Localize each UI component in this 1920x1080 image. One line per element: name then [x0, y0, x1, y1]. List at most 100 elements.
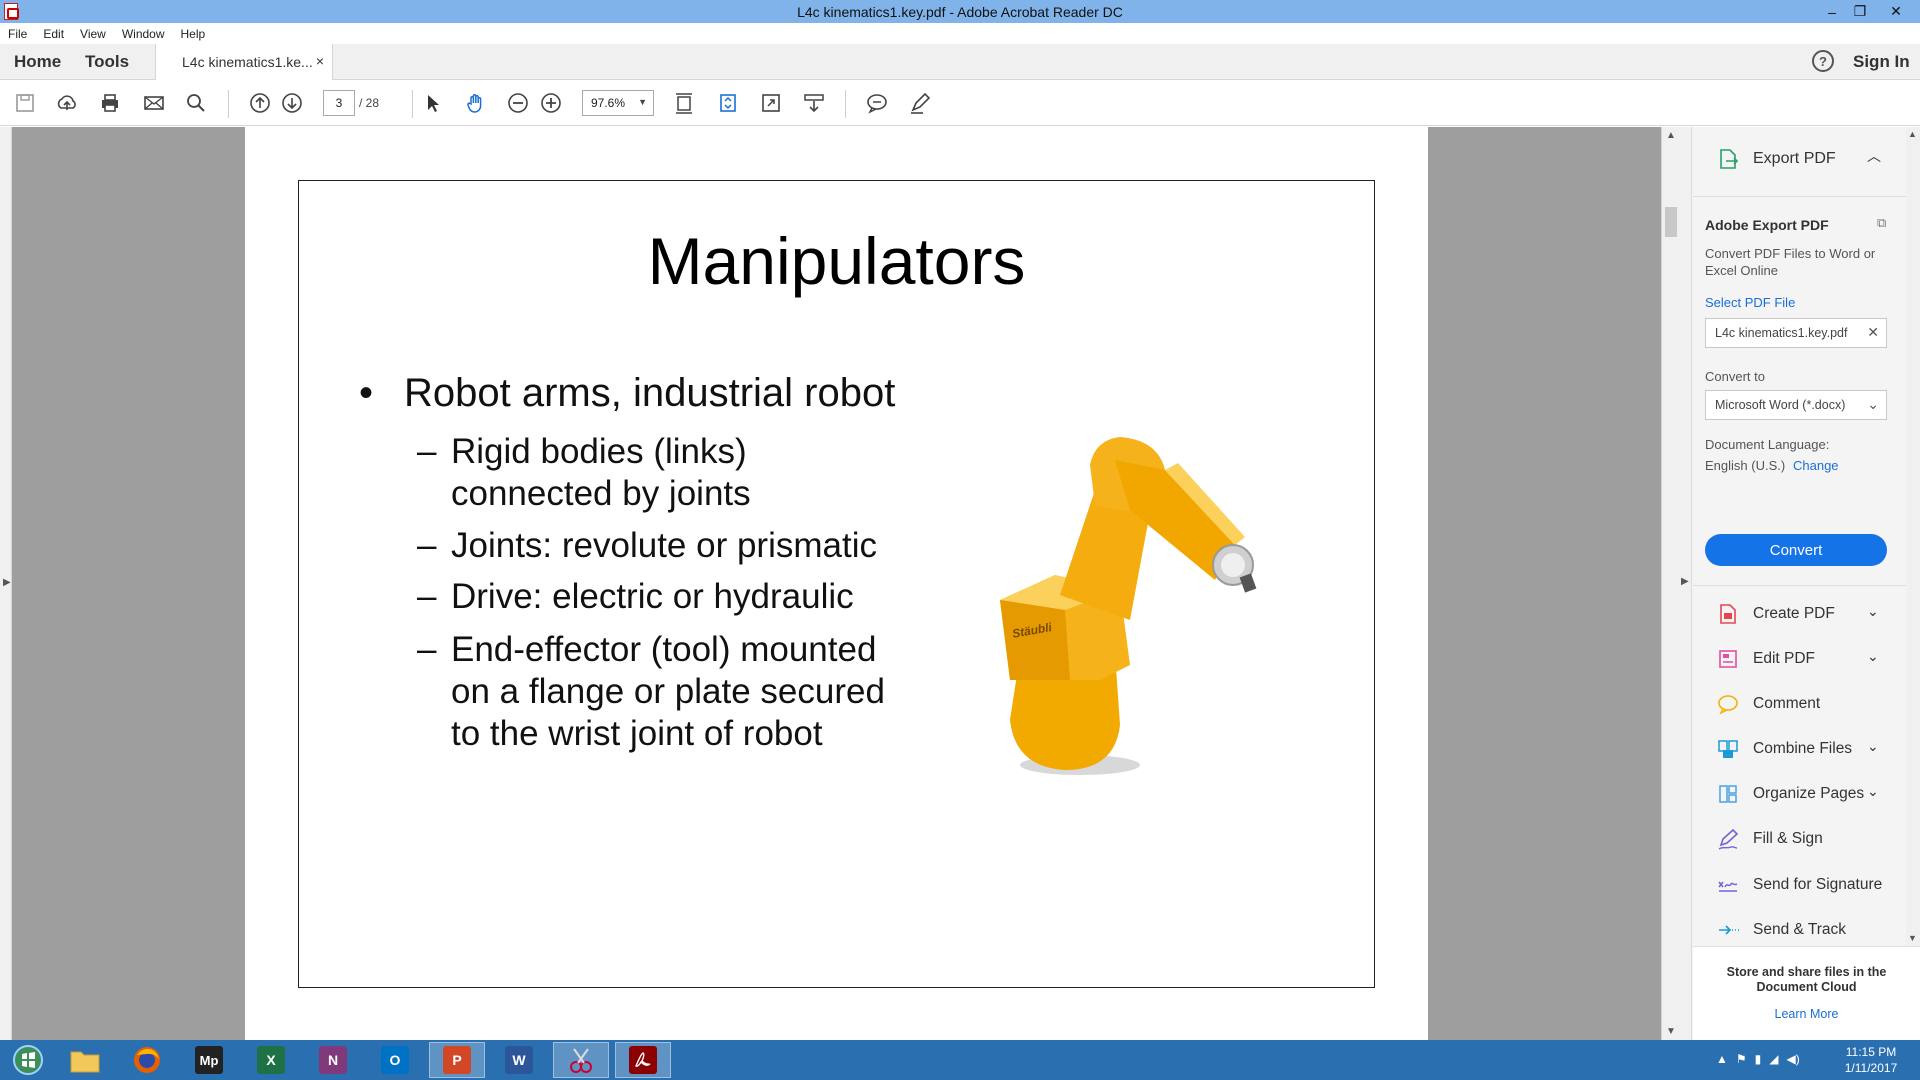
tab-home[interactable]: Home	[14, 52, 61, 72]
tool-combine-files[interactable]: Combine Files ⌄	[1717, 738, 1879, 760]
taskbar-outlook[interactable]: O	[367, 1042, 423, 1078]
acrobat-icon	[629, 1046, 657, 1074]
tool-fill-sign[interactable]: Fill & Sign	[1717, 828, 1823, 850]
convert-to-select[interactable]: Microsoft Word (*.docx) ⌄	[1705, 390, 1887, 420]
highlight-pen-icon[interactable]	[908, 91, 932, 115]
tool-organize-pages[interactable]: Organize Pages ⌄	[1717, 783, 1879, 805]
tab-tools[interactable]: Tools	[85, 52, 129, 72]
full-screen-icon[interactable]	[759, 91, 783, 115]
select-cursor-icon[interactable]	[421, 91, 445, 115]
selected-file-field[interactable]: L4c kinematics1.key.pdf ✕	[1705, 318, 1887, 348]
menu-file[interactable]: File	[0, 27, 35, 41]
taskbar-clock[interactable]: 11:15 PM 1/11/2017	[1822, 1044, 1920, 1076]
comment-tool-icon[interactable]	[865, 91, 889, 115]
change-language-link[interactable]: Change	[1793, 458, 1839, 473]
taskbar-maple[interactable]: Mp	[181, 1042, 237, 1078]
maple-icon: Mp	[195, 1046, 223, 1074]
action-center-icon[interactable]: ⚑	[1736, 1052, 1747, 1066]
tool-label: Send & Track	[1753, 921, 1847, 938]
tab-bar: Home Tools L4c kinematics1.ke... × ? Sig…	[0, 44, 1920, 80]
menu-edit[interactable]: Edit	[35, 27, 72, 41]
hand-tool-icon[interactable]	[464, 91, 488, 115]
sub-bullet-marker: –	[417, 432, 437, 471]
tool-edit-pdf[interactable]: Edit PDF ⌄	[1717, 648, 1879, 670]
close-button[interactable]: ✕	[1874, 0, 1918, 23]
taskbar-onenote[interactable]: N	[305, 1042, 361, 1078]
upload-cloud-icon[interactable]	[55, 91, 79, 115]
fit-page-icon[interactable]	[672, 91, 696, 115]
taskbar-acrobat-reader[interactable]	[615, 1042, 671, 1078]
tool-comment[interactable]: Comment	[1717, 693, 1820, 715]
email-icon[interactable]	[142, 91, 166, 115]
sign-in-button[interactable]: Sign In	[1853, 52, 1910, 72]
selected-file-name: L4c kinematics1.key.pdf	[1715, 326, 1848, 340]
scroll-down-icon[interactable]: ▼	[1666, 1026, 1676, 1037]
scroll-up-icon[interactable]: ▲	[1908, 129, 1917, 139]
learn-more-link[interactable]: Learn More	[1693, 1007, 1920, 1021]
chevron-down-icon[interactable]: ⌄	[1867, 783, 1879, 800]
left-panel-toggle[interactable]: ▶	[0, 127, 12, 1040]
zoom-in-icon[interactable]	[539, 91, 563, 115]
clock-time: 11:15 PM	[1845, 1045, 1897, 1059]
taskbar-excel[interactable]: X	[243, 1042, 299, 1078]
scroll-down-icon[interactable]: ▼	[1908, 933, 1917, 943]
taskbar: Mp X N O P W	[0, 1040, 1920, 1080]
chevron-down-icon[interactable]: ⌄	[1867, 648, 1879, 665]
previous-page-icon[interactable]	[248, 91, 272, 115]
page-number-input[interactable]: 3	[323, 90, 355, 116]
menu-window[interactable]: Window	[114, 27, 173, 41]
tools-pane-scrollbar[interactable]: ▲ ▼	[1906, 127, 1920, 945]
card-description: Convert PDF Files to Word or Excel Onlin…	[1705, 246, 1876, 278]
document-tab-label: L4c kinematics1.ke...	[182, 54, 313, 70]
save-icon[interactable]	[13, 91, 37, 115]
taskbar-powerpoint[interactable]: P	[429, 1042, 485, 1078]
export-pdf-header[interactable]: Export PDF ︿	[1717, 148, 1881, 170]
taskbar-word[interactable]: W	[491, 1042, 547, 1078]
taskbar-firefox[interactable]	[119, 1042, 175, 1078]
chevron-down-icon[interactable]: ⌄	[1867, 738, 1879, 755]
show-hidden-icons-icon[interactable]: ▲	[1716, 1052, 1728, 1066]
tab-document[interactable]: L4c kinematics1.ke... ×	[155, 44, 333, 80]
tool-create-pdf[interactable]: Create PDF ⌄	[1717, 603, 1879, 625]
document-cloud-promo: Store and share files in the Document Cl…	[1693, 946, 1920, 1040]
chevron-down-icon[interactable]: ⌄	[1867, 603, 1879, 620]
scrollbar-thumb[interactable]	[1665, 207, 1677, 237]
menu-bar: File Edit View Window Help	[0, 23, 1920, 44]
volume-icon[interactable]: ◀)	[1787, 1052, 1800, 1066]
copy-icon[interactable]: ⧉	[1877, 215, 1886, 231]
help-icon[interactable]: ?	[1812, 50, 1834, 72]
menu-help[interactable]: Help	[173, 27, 214, 41]
search-icon[interactable]	[184, 91, 208, 115]
sub-bullet-line: Drive: electric or hydraulic	[451, 577, 854, 616]
signal-icon[interactable]: ◢	[1769, 1052, 1778, 1066]
edit-pdf-icon	[1719, 650, 1737, 668]
start-button[interactable]	[0, 1042, 56, 1078]
network-icon[interactable]: ▮	[1755, 1052, 1762, 1066]
scroll-up-icon[interactable]: ▲	[1666, 130, 1676, 141]
print-icon[interactable]	[98, 91, 122, 115]
scrolling-mode-icon[interactable]	[802, 91, 826, 115]
sub-bullet-line: Joints: revolute or prismatic	[451, 526, 877, 565]
select-pdf-file-link[interactable]: Select PDF File	[1705, 295, 1795, 310]
firefox-icon	[134, 1047, 160, 1073]
tool-send-track[interactable]: Send & Track	[1717, 919, 1846, 941]
sub-bullet-marker: –	[417, 526, 437, 565]
next-page-icon[interactable]	[280, 91, 304, 115]
zoom-out-icon[interactable]	[506, 91, 530, 115]
word-icon: W	[505, 1046, 533, 1074]
taskbar-file-explorer[interactable]	[57, 1042, 113, 1078]
tool-send-for-signature[interactable]: Send for Signature	[1717, 874, 1882, 896]
document-scrollbar[interactable]: ▲ ▼	[1661, 127, 1679, 1040]
close-tab-icon[interactable]: ×	[316, 53, 324, 69]
sub-bullet-marker: –	[417, 577, 437, 616]
convert-button[interactable]: Convert	[1705, 534, 1887, 566]
zoom-select[interactable]: 97.6% ▼	[582, 90, 654, 116]
menu-view[interactable]: View	[72, 27, 114, 41]
combine-files-icon	[1718, 740, 1738, 758]
clear-file-icon[interactable]: ✕	[1867, 324, 1879, 341]
tools-pane-toggle[interactable]: ▶	[1679, 127, 1692, 1040]
chevron-up-icon[interactable]: ︿	[1867, 146, 1881, 166]
toolbar-divider	[845, 90, 846, 118]
taskbar-snipping-tool[interactable]	[553, 1042, 609, 1078]
rotate-view-icon[interactable]	[716, 91, 740, 115]
